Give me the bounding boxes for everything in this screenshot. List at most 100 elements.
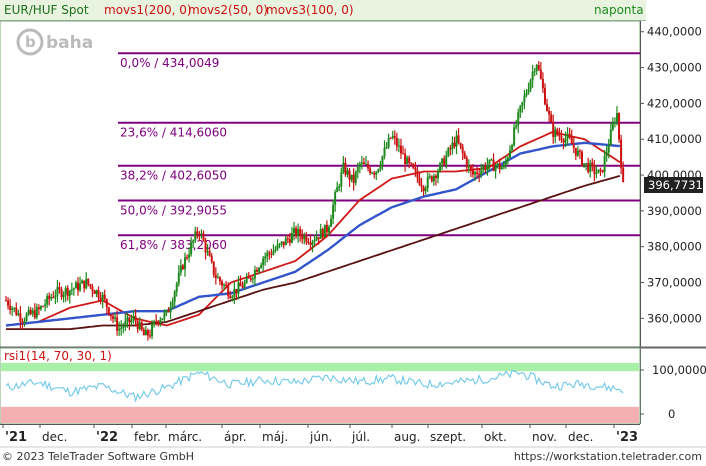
price-body — [13, 307, 16, 309]
price-body — [128, 317, 131, 323]
price-body — [50, 297, 53, 299]
price-body — [21, 321, 24, 323]
price-body — [406, 157, 409, 165]
price-body — [570, 137, 573, 145]
x-tick-label: aug. — [394, 430, 420, 444]
price-body — [305, 235, 308, 242]
price-body — [395, 137, 398, 147]
price-body — [136, 320, 139, 330]
price-body — [9, 305, 12, 310]
y-tick-label: 410,0000 — [647, 132, 702, 146]
price-body — [556, 129, 559, 135]
price-body — [122, 326, 125, 328]
price-body — [144, 330, 147, 336]
price-body — [245, 277, 248, 283]
price-body — [517, 112, 520, 126]
price-body — [589, 162, 592, 172]
price-body — [587, 163, 590, 172]
price-body — [595, 173, 598, 175]
price-body — [179, 265, 182, 273]
price-body — [618, 113, 621, 140]
price-body — [83, 280, 86, 289]
price-body — [89, 284, 92, 287]
price-body — [420, 184, 423, 187]
price-body — [103, 294, 106, 300]
price-body — [272, 251, 275, 255]
rsi-tick-label: 0 — [668, 407, 675, 421]
chart-window: EUR/HUF Spot movs1(200, 0) movs2(50, 0) … — [0, 0, 706, 466]
price-body — [476, 172, 479, 175]
price-body — [196, 231, 199, 235]
price-body — [486, 165, 489, 170]
price-body — [383, 147, 386, 157]
price-body — [183, 257, 186, 270]
price-body — [284, 238, 287, 246]
price-body — [467, 165, 470, 168]
price-body — [455, 135, 458, 147]
price-body — [391, 135, 394, 139]
price-body — [340, 172, 343, 187]
price-body — [200, 233, 203, 235]
price-body — [576, 150, 579, 156]
price-body — [461, 146, 464, 154]
price-body — [490, 159, 493, 161]
price-body — [282, 241, 285, 246]
price-body — [5, 300, 7, 302]
price-body — [389, 137, 392, 139]
y-tick-label: 370,0000 — [647, 276, 702, 290]
price-body — [482, 166, 485, 171]
price-body — [107, 307, 110, 315]
price-body — [52, 297, 55, 299]
rsi-line[interactable] — [5, 369, 624, 403]
x-tick-label: dec. — [42, 430, 67, 444]
price-body — [31, 310, 34, 314]
price-body — [369, 168, 372, 174]
price-body — [260, 265, 263, 268]
price-body — [120, 327, 123, 329]
price-body — [348, 170, 351, 180]
price-body — [293, 228, 295, 234]
price-body — [430, 176, 433, 182]
price-body — [523, 95, 526, 103]
y-tick-label: 430,0000 — [647, 61, 702, 75]
price-body — [99, 297, 102, 301]
price-body — [311, 241, 314, 245]
price-body — [237, 282, 240, 294]
source-url[interactable]: https://workstation.teletrader.com — [514, 450, 702, 463]
ma200-line[interactable] — [6, 175, 621, 330]
price-body — [27, 309, 30, 315]
price-body — [149, 335, 151, 337]
rsi-legend[interactable]: rsi1(14, 70, 30, 1) — [4, 349, 112, 363]
price-body — [457, 135, 460, 143]
price-body — [87, 278, 90, 285]
price-body — [262, 258, 265, 266]
price-body — [62, 294, 65, 298]
price-body — [531, 71, 534, 81]
price-body — [484, 166, 487, 170]
x-tick-label: nov. — [532, 430, 557, 444]
price-body — [233, 289, 236, 298]
x-tick-label: márc. — [168, 430, 202, 444]
price-body — [451, 142, 454, 150]
price-body — [529, 80, 532, 90]
price-body — [241, 286, 244, 288]
price-body — [597, 169, 600, 174]
price-body — [354, 172, 357, 183]
price-body — [500, 167, 503, 170]
price-body — [393, 135, 396, 138]
price-body — [286, 238, 289, 240]
price-body — [138, 322, 141, 330]
price-body — [548, 110, 551, 115]
price-body — [266, 252, 269, 257]
price-body — [142, 329, 145, 336]
price-body — [101, 294, 104, 301]
price-body — [360, 162, 363, 164]
price-body — [488, 159, 491, 166]
price-body — [521, 102, 524, 106]
price-body — [295, 228, 298, 236]
fib-level-label: 38,2% / 402,6050 — [120, 169, 227, 183]
price-body — [44, 304, 47, 307]
price-body — [253, 269, 256, 279]
last-value-label: 396,7731 — [648, 178, 703, 192]
x-tick-label: febr. — [134, 430, 161, 444]
